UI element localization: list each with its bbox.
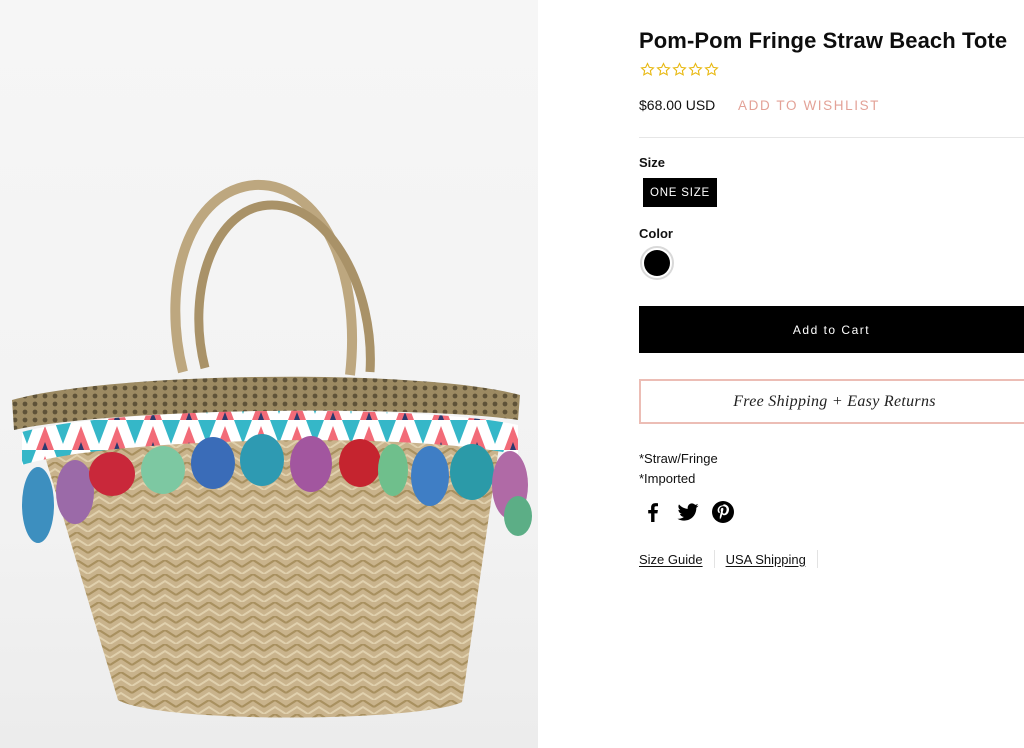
product-price: $68.00 USD	[639, 97, 716, 113]
size-guide-link[interactable]: Size Guide	[639, 552, 703, 567]
description-line: *Imported	[639, 471, 696, 486]
link-separator	[713, 550, 715, 568]
divider	[639, 137, 1024, 138]
product-image[interactable]	[0, 0, 538, 748]
add-to-cart-button[interactable]: Add to Cart	[639, 306, 1024, 353]
product-description: *Straw/Fringe *Imported	[639, 449, 718, 489]
description-line: *Straw/Fringe	[639, 451, 718, 466]
pinterest-icon[interactable]	[711, 500, 735, 524]
twitter-icon[interactable]	[676, 500, 700, 524]
social-share	[641, 500, 735, 524]
facebook-icon[interactable]	[641, 500, 665, 524]
star-icon	[672, 62, 687, 76]
star-icon	[656, 62, 671, 76]
product-links: Size Guide USA Shipping	[639, 550, 829, 568]
color-swatch-fill	[644, 250, 670, 276]
star-icon	[640, 62, 655, 76]
size-option-button[interactable]: ONE SIZE	[643, 178, 717, 207]
free-shipping-banner: Free Shipping + Easy Returns	[639, 379, 1024, 424]
usa-shipping-link[interactable]: USA Shipping	[726, 552, 806, 567]
size-label: Size	[639, 155, 666, 170]
star-icon	[688, 62, 703, 76]
straw-tote-photo	[12, 179, 532, 718]
product-title: Pom-Pom Fringe Straw Beach Tote	[639, 28, 1008, 53]
link-separator	[816, 550, 818, 568]
color-swatch-black[interactable]	[640, 246, 674, 280]
star-icon	[704, 62, 719, 76]
add-to-wishlist-link[interactable]: ADD TO WISHLIST	[738, 98, 880, 113]
rating-stars[interactable]	[640, 62, 719, 77]
color-label: Color	[639, 226, 673, 241]
